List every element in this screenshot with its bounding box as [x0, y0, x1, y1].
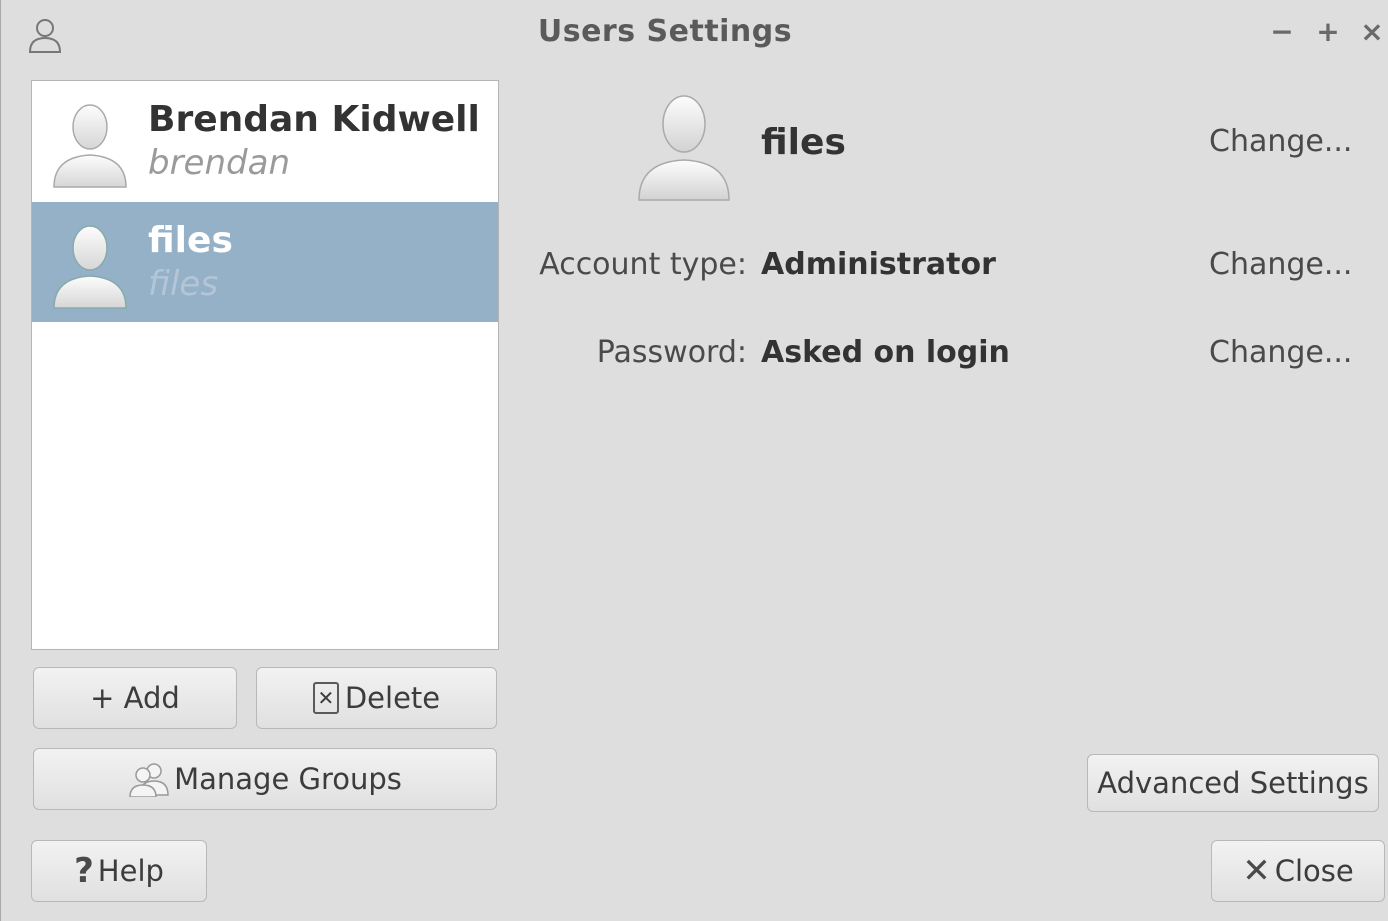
account-type-label: Account type:: [539, 247, 747, 282]
users-settings-window: Users Settings − + × Brendan Kidwell bre…: [0, 0, 1388, 921]
password-value: Asked on login: [761, 335, 1010, 370]
change-password-button[interactable]: Change...: [1209, 335, 1352, 370]
selected-user-avatar-icon: [638, 95, 730, 201]
add-button-label: + Add: [90, 681, 180, 715]
manage-groups-button[interactable]: Manage Groups: [33, 748, 497, 810]
change-account-type-button[interactable]: Change...: [1209, 247, 1352, 282]
window-close-button[interactable]: ×: [1357, 14, 1387, 50]
user-full-name: Brendan Kidwell: [148, 99, 480, 140]
user-avatar-icon: [53, 104, 127, 188]
close-icon: ✕: [1242, 851, 1271, 891]
manage-groups-label: Manage Groups: [174, 762, 402, 796]
window-title: Users Settings: [537, 14, 793, 49]
user-list-item[interactable]: Brendan Kidwell brendan: [32, 81, 498, 201]
help-icon: ?: [74, 851, 94, 891]
password-label: Password:: [596, 335, 747, 370]
delete-user-button[interactable]: ✕ Delete: [256, 667, 497, 729]
close-button-label: Close: [1274, 854, 1354, 888]
delete-icon: ✕: [312, 682, 339, 714]
advanced-settings-label: Advanced Settings: [1097, 766, 1369, 800]
help-button-label: Help: [97, 854, 164, 888]
account-type-value: Administrator: [761, 247, 996, 282]
title-bar[interactable]: Users Settings − + ×: [1, 0, 1388, 68]
minimize-button[interactable]: −: [1267, 14, 1297, 50]
change-name-button[interactable]: Change...: [1209, 124, 1352, 159]
help-button[interactable]: ? Help: [31, 840, 207, 902]
user-login-name: brendan: [148, 143, 290, 183]
advanced-settings-button[interactable]: Advanced Settings: [1087, 754, 1379, 812]
selected-user-name: files: [761, 122, 846, 163]
add-user-button[interactable]: + Add: [33, 667, 237, 729]
groups-icon: [129, 763, 169, 797]
maximize-button[interactable]: +: [1313, 14, 1343, 50]
close-button[interactable]: ✕ Close: [1211, 840, 1385, 902]
delete-button-label: Delete: [344, 681, 441, 715]
